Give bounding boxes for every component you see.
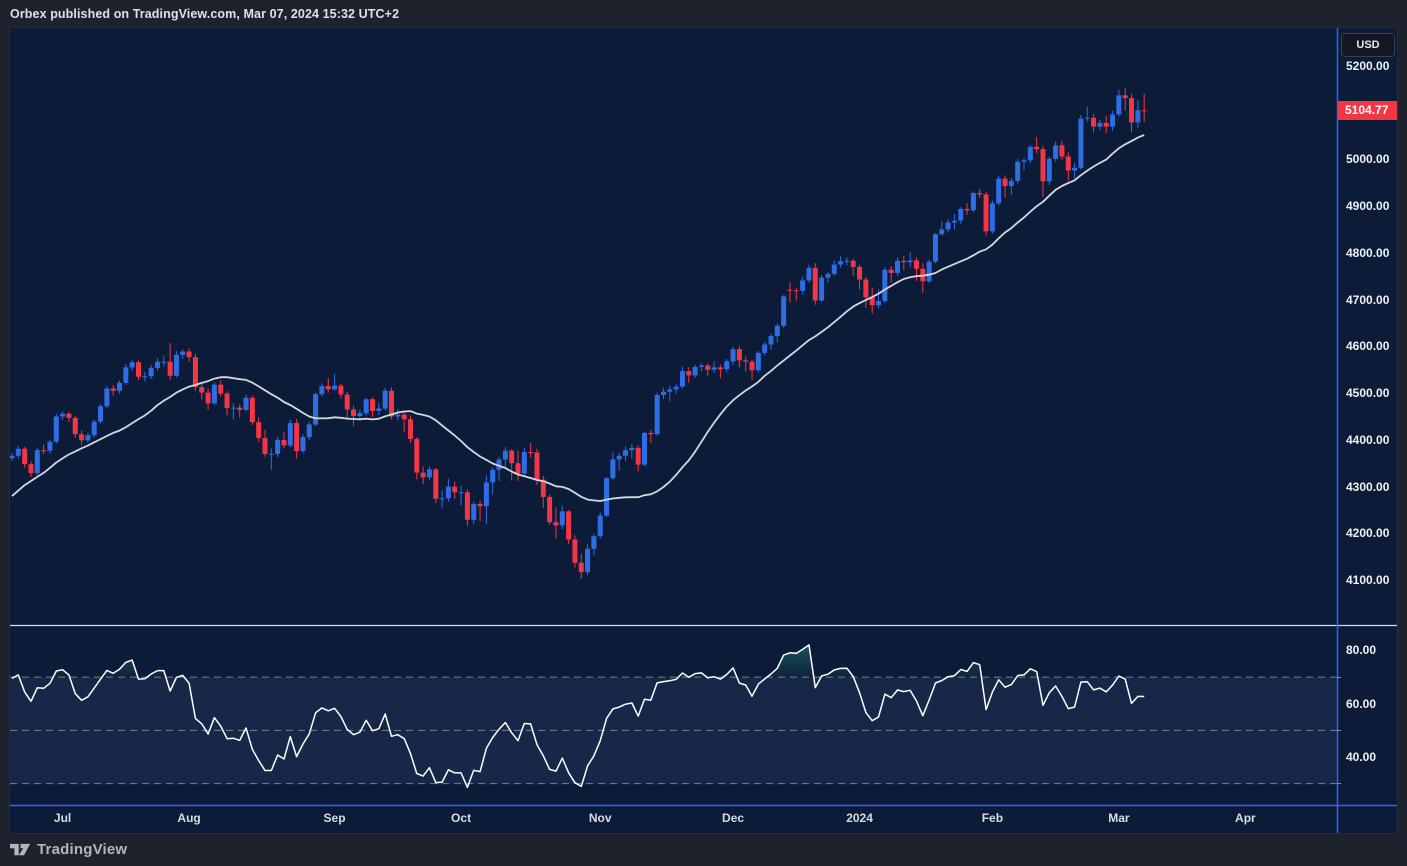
- rsi-axis-label: 40.00: [1346, 749, 1376, 765]
- rsi-level-tick: [1337, 677, 1341, 678]
- time-axis-label: 2024: [846, 811, 873, 825]
- rsi-level-tick: [1337, 783, 1341, 784]
- time-axis-label: Feb: [982, 811, 1003, 825]
- price-axis-label: 4800.00: [1346, 245, 1389, 261]
- footer-bar: TradingView: [0, 833, 1407, 866]
- price-axis-label: 5200.00: [1346, 58, 1389, 74]
- price-axis-label: 4500.00: [1346, 385, 1389, 401]
- time-axis-label: Nov: [589, 811, 612, 825]
- time-axis-label: Oct: [451, 811, 471, 825]
- price-axis-label: 4400.00: [1346, 432, 1389, 448]
- chart-widget[interactable]: USD 5200.00 5000.00 4900.00 4800.00 4700.00 4…: [10, 28, 1397, 833]
- price-axis-label: 4700.00: [1346, 292, 1389, 308]
- header-bar: Orbex published on TradingView.com, Mar …: [0, 0, 1407, 28]
- tradingview-brand-text[interactable]: TradingView: [37, 841, 127, 858]
- time-axis-label: Apr: [1235, 811, 1256, 825]
- time-scale[interactable]: Jul Aug Sep Oct Nov Dec 2024 Feb Mar Apr: [10, 807, 1397, 833]
- price-scale[interactable]: USD 5200.00 5000.00 4900.00 4800.00 4700.00 4…: [1337, 28, 1397, 805]
- rsi-axis-label: 60.00: [1346, 696, 1376, 712]
- price-axis-label: 4900.00: [1346, 198, 1389, 214]
- price-axis-label: 5000.00: [1346, 151, 1389, 167]
- chart-canvas[interactable]: [10, 28, 1397, 833]
- time-axis-label: Dec: [722, 811, 744, 825]
- time-axis-label: Jul: [54, 811, 71, 825]
- tradingview-logo-icon[interactable]: [10, 841, 31, 858]
- time-axis-label: Aug: [177, 811, 200, 825]
- rsi-level-tick: [1337, 730, 1341, 731]
- publish-caption: Orbex published on TradingView.com, Mar …: [10, 7, 399, 21]
- moving-average-line: [12, 135, 1144, 501]
- rsi-axis-label: 80.00: [1346, 642, 1376, 658]
- price-axis-label: 4100.00: [1346, 572, 1389, 588]
- last-price-tag: 5104.77: [1338, 101, 1397, 120]
- price-axis-label: 4200.00: [1346, 525, 1389, 541]
- price-axis-label: 4300.00: [1346, 479, 1389, 495]
- price-axis-label: 4600.00: [1346, 338, 1389, 354]
- time-axis-label: Sep: [324, 811, 346, 825]
- candles-group: [10, 88, 1147, 578]
- currency-toggle-button[interactable]: USD: [1341, 33, 1395, 57]
- time-axis-label: Mar: [1108, 811, 1129, 825]
- tradingview-snapshot: Orbex published on TradingView.com, Mar …: [0, 0, 1407, 866]
